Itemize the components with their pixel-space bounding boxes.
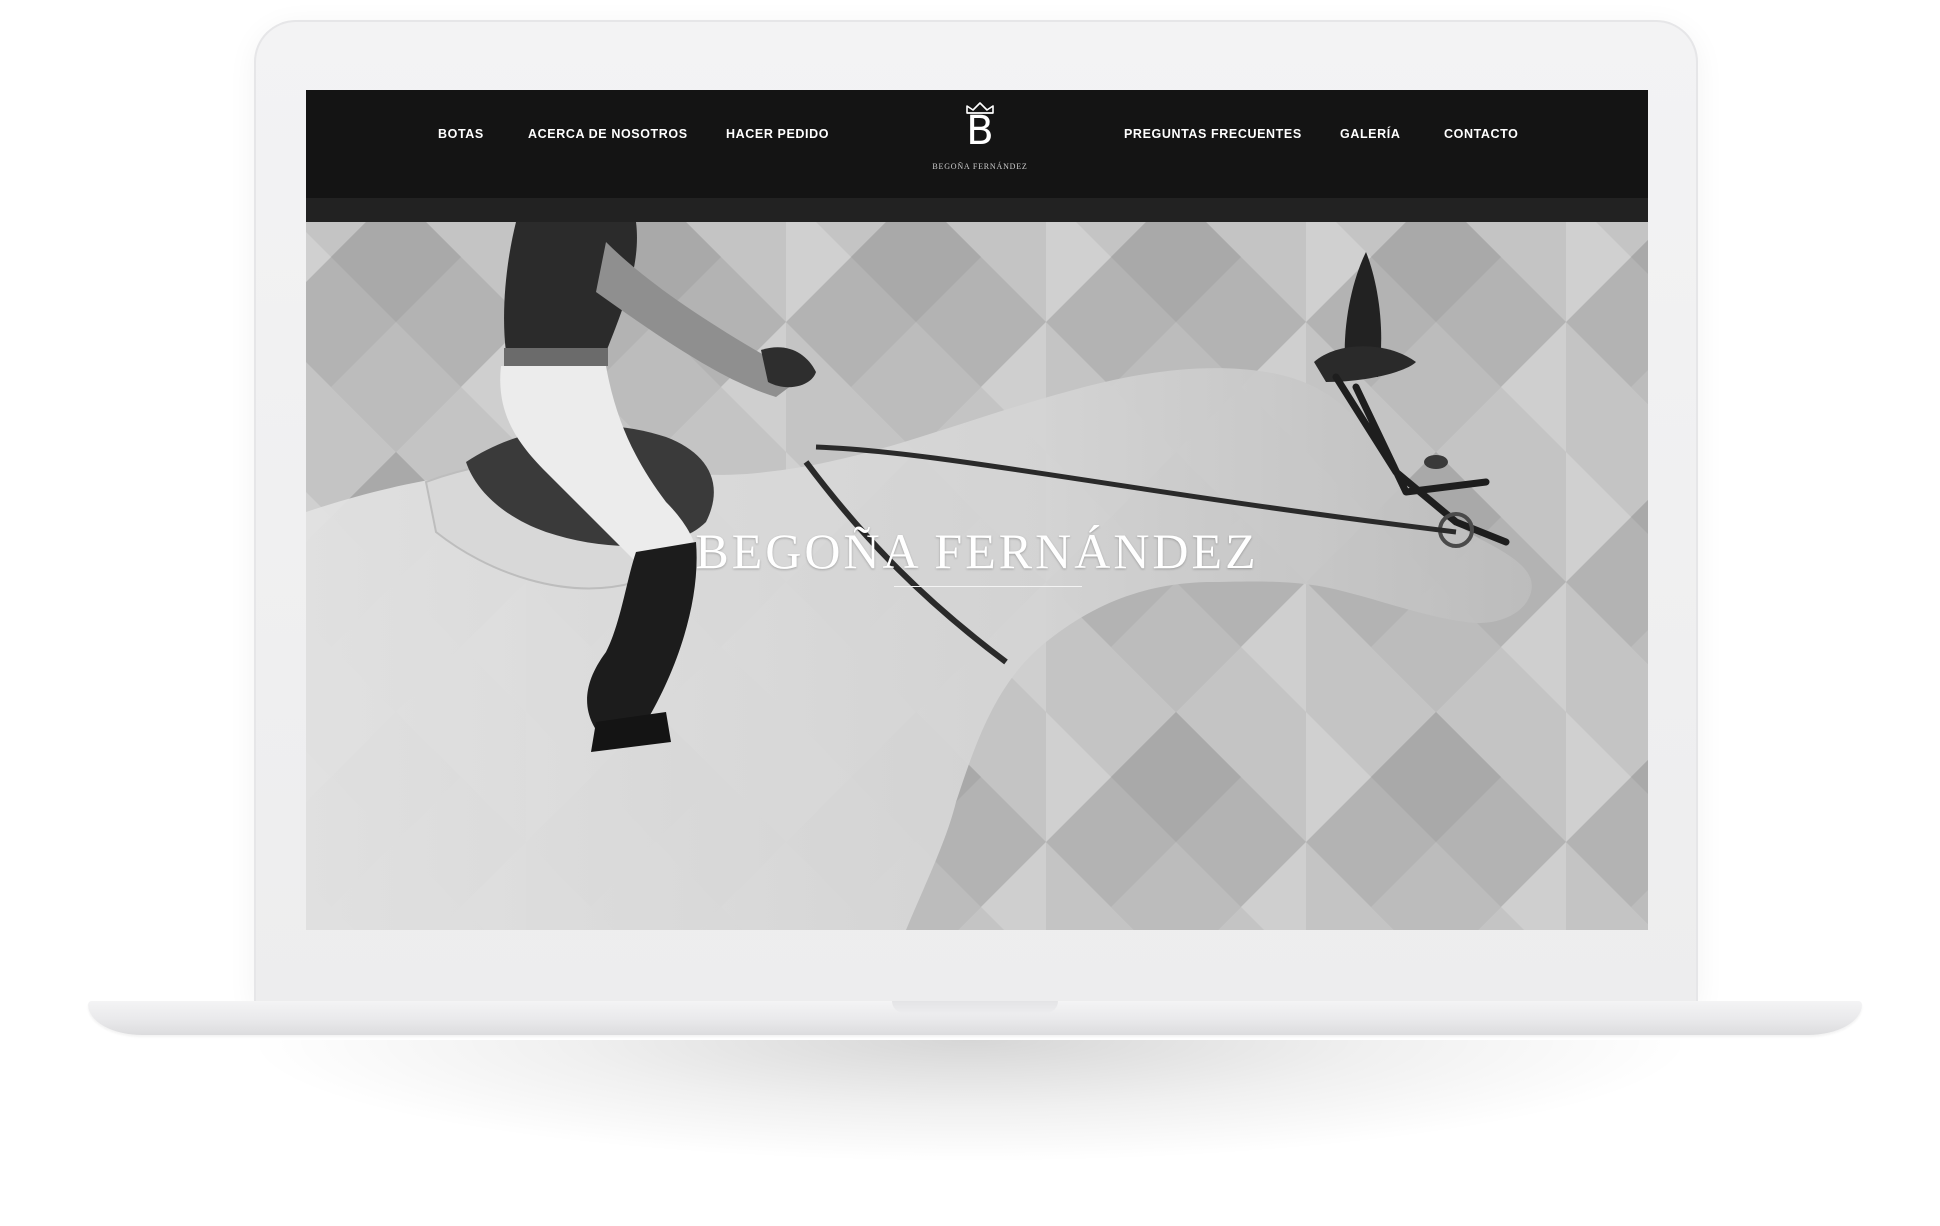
nav-hacer-pedido[interactable]: HACER PEDIDO bbox=[726, 126, 829, 142]
nav-acerca-de-nosotros[interactable]: ACERCA DE NOSOTROS bbox=[528, 126, 688, 142]
laptop-base bbox=[88, 1001, 1862, 1035]
device-mockup: BOTAS ACERCA DE NOSOTROS HACER PEDIDO B … bbox=[0, 0, 1940, 1226]
hero-title: BEGOÑA FERNÁNDEZ bbox=[695, 523, 1259, 579]
site-navbar: BOTAS ACERCA DE NOSOTROS HACER PEDIDO B … bbox=[306, 90, 1648, 198]
hero-banner: BEGOÑA FERNÁNDEZ bbox=[306, 222, 1648, 930]
site-logo[interactable]: B BEGOÑA FERNÁNDEZ bbox=[910, 102, 1050, 192]
hero-title-underline bbox=[894, 586, 1082, 587]
nav-galeria[interactable]: GALERÍA bbox=[1340, 126, 1400, 142]
device-shadow bbox=[260, 1040, 1680, 1160]
laptop-notch bbox=[892, 1001, 1058, 1013]
logo-letter: B bbox=[966, 108, 994, 154]
navbar-bottom-strip bbox=[306, 198, 1648, 222]
nav-preguntas-frecuentes[interactable]: PREGUNTAS FRECUENTES bbox=[1124, 126, 1302, 142]
nav-contacto[interactable]: CONTACTO bbox=[1444, 126, 1518, 142]
logo-text: BEGOÑA FERNÁNDEZ bbox=[932, 162, 1028, 171]
website-screen: BOTAS ACERCA DE NOSOTROS HACER PEDIDO B … bbox=[306, 90, 1648, 930]
nav-botas[interactable]: BOTAS bbox=[438, 126, 484, 142]
